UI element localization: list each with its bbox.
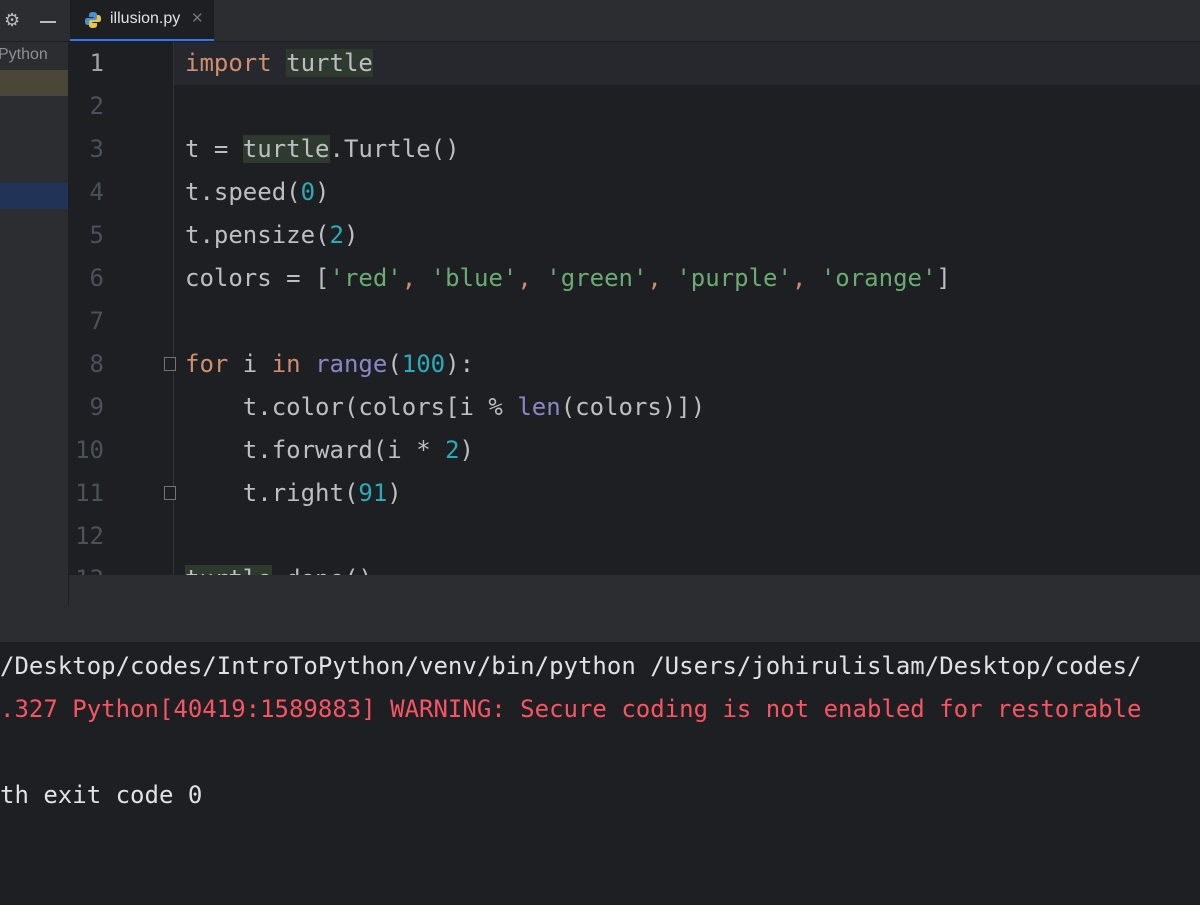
code-token: colors = [	[185, 264, 330, 292]
tool-window-divider[interactable]	[0, 605, 1200, 643]
code-token: t.forward(i *	[185, 436, 446, 464]
code-text: for i in range(100):	[185, 343, 474, 386]
code-token: 100	[401, 350, 446, 378]
line-number: 6	[89, 264, 104, 292]
code-token: for	[185, 350, 243, 378]
line-number: 2	[89, 92, 104, 120]
code-line[interactable]: 10 t.forward(i * 2)	[69, 429, 1200, 472]
code-line[interactable]: 11 t.right(91)	[69, 472, 1200, 515]
code-line[interactable]: 12	[69, 515, 1200, 558]
code-line[interactable]: 13 turtle.done()	[69, 558, 1200, 575]
code-line[interactable]: 9 t.color(colors[i % len(colors)])	[69, 386, 1200, 429]
code-text: colors = ['red', 'blue', 'green', 'purpl…	[185, 257, 951, 300]
code-token: turtle	[185, 565, 272, 575]
code-token: t.right(	[185, 479, 359, 507]
line-number: 1	[89, 49, 104, 77]
fold-marker-icon[interactable]	[164, 357, 176, 371]
code-token: len	[517, 393, 561, 421]
code-token: .done()	[272, 565, 373, 575]
code-line[interactable]: 5 t.pensize(2)	[69, 214, 1200, 257]
code-token: (	[387, 350, 402, 378]
code-token: ):	[445, 350, 475, 378]
code-token: 'orange'	[820, 264, 937, 292]
line-number: 3	[89, 135, 104, 163]
code-token: in	[271, 350, 316, 378]
line-number: 13	[69, 558, 104, 575]
minus-icon[interactable]	[40, 21, 56, 23]
code-line[interactable]: 2	[69, 85, 1200, 128]
code-token: t.color(colors[i %	[185, 393, 518, 421]
code-text: t.right(91)	[185, 472, 402, 515]
code-text: t.speed(0)	[185, 171, 330, 214]
code-token: )	[343, 221, 359, 249]
line-number: 12	[75, 522, 104, 550]
code-editor[interactable]: 1 import turtle 2 3 t = turtle.Turtle() 4 t.sp…	[69, 42, 1200, 575]
code-token: 'blue'	[430, 264, 518, 292]
fold-marker-icon[interactable]	[164, 486, 176, 500]
code-token: t.speed(	[185, 178, 301, 206]
code-token: 2	[445, 436, 460, 464]
code-line[interactable]: 8 for i in range(100):	[69, 343, 1200, 386]
code-token: t =	[185, 135, 243, 163]
code-text: t.pensize(2)	[185, 214, 358, 257]
project-tree-row-highlight[interactable]	[0, 70, 68, 96]
code-token: .Turtle()	[329, 135, 460, 163]
code-text: import turtle	[185, 42, 373, 85]
line-number: 4	[89, 178, 104, 206]
code-token: )	[387, 479, 402, 507]
code-token: 91	[358, 479, 388, 507]
code-token: range	[315, 350, 388, 378]
code-text: t = turtle.Turtle()	[185, 128, 460, 171]
console-line: th exit code 0	[0, 781, 203, 809]
code-token: )	[459, 436, 474, 464]
code-token: 0	[300, 178, 316, 206]
code-text: t.forward(i * 2)	[185, 429, 474, 472]
code-line[interactable]: 1 import turtle	[69, 42, 1200, 85]
code-token: 2	[329, 221, 344, 249]
code-token: turtle	[286, 49, 373, 77]
editor-horizontal-scroll-area[interactable]	[69, 575, 1200, 605]
code-line[interactable]: 7	[69, 300, 1200, 343]
console-line: .327 Python[40419:1589883] WARNING: Secu…	[0, 695, 1142, 723]
line-number: 10	[75, 436, 104, 464]
tab-filename: illusion.py	[110, 10, 181, 27]
line-number: 7	[89, 307, 104, 335]
code-token: i	[242, 350, 272, 378]
code-token: 'green'	[546, 264, 648, 292]
project-tree-row-selected[interactable]	[0, 183, 68, 209]
project-tree-label[interactable]: Python	[0, 46, 48, 64]
code-token: 'purple'	[676, 264, 792, 292]
close-tab-icon[interactable]: ✕	[191, 9, 204, 27]
tab-illusion-py[interactable]: illusion.py ✕	[70, 0, 214, 41]
code-token: (colors)])	[560, 393, 706, 421]
code-text: turtle.done()	[185, 558, 373, 575]
line-number: 11	[75, 479, 104, 507]
console-line: /Desktop/codes/IntroToPython/venv/bin/py…	[0, 652, 1142, 680]
editor-tab-bar: ⚙ illusion.py ✕	[0, 0, 1200, 42]
line-number: 5	[89, 221, 104, 249]
line-number: 8	[89, 350, 104, 378]
code-token: ,	[647, 264, 677, 292]
code-token: ]	[936, 264, 951, 292]
code-line[interactable]: 6 colors = ['red', 'blue', 'green', 'purp…	[69, 257, 1200, 300]
line-number: 9	[89, 393, 104, 421]
run-console[interactable]: /Desktop/codes/IntroToPython/venv/bin/py…	[0, 643, 1200, 905]
code-line[interactable]: 4 t.speed(0)	[69, 171, 1200, 214]
gear-icon[interactable]: ⚙	[4, 11, 24, 31]
code-token: t.pensize(	[185, 221, 330, 249]
code-token: )	[315, 178, 330, 206]
code-token: turtle	[242, 135, 330, 163]
code-token: ,	[401, 264, 431, 292]
code-token: ,	[517, 264, 547, 292]
code-token: ,	[791, 264, 821, 292]
code-line[interactable]: 3 t = turtle.Turtle()	[69, 128, 1200, 171]
code-text: t.color(colors[i % len(colors)])	[185, 386, 705, 429]
code-token: import	[185, 49, 287, 77]
code-token: 'red'	[329, 264, 402, 292]
project-panel: Python	[0, 42, 69, 605]
python-file-icon	[85, 12, 101, 28]
